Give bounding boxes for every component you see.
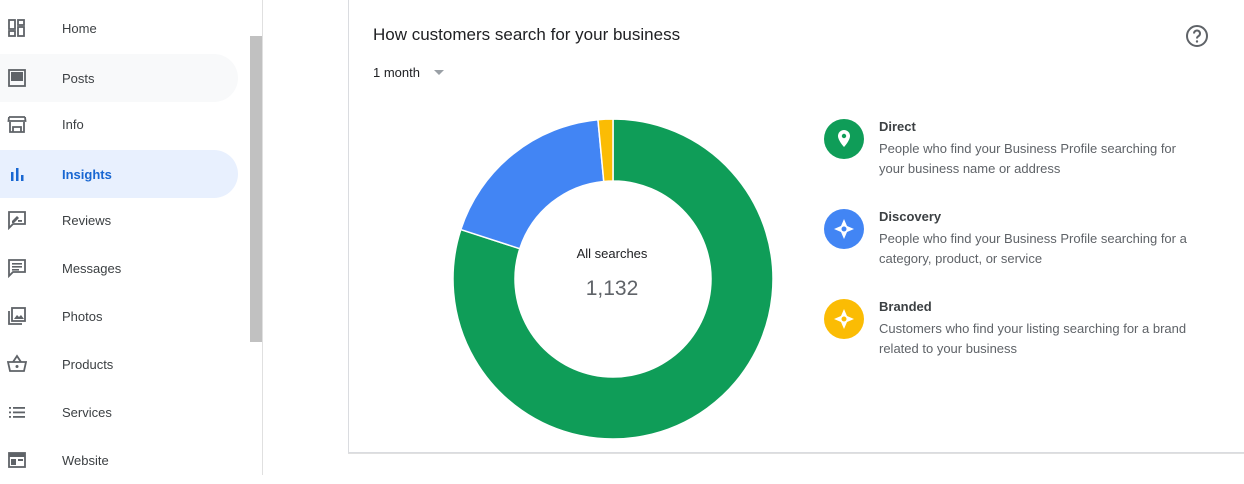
message-icon <box>8 259 26 278</box>
legend-description: People who find your Business Profile se… <box>879 231 1187 266</box>
sidebar-item-reviews[interactable]: Reviews <box>0 196 238 244</box>
list-icon <box>9 407 25 418</box>
divider <box>348 453 1244 454</box>
donut-slice-discovery <box>459 118 605 250</box>
sidebar-item-photos[interactable]: Photos <box>0 292 238 340</box>
sidebar-item-services[interactable]: Services <box>0 388 238 436</box>
sidebar-item-messages[interactable]: Messages <box>0 244 238 292</box>
branded-icon <box>824 299 864 339</box>
location-pin-icon <box>824 119 864 159</box>
sidebar-item-info[interactable]: Info <box>0 100 238 148</box>
photo-library-icon <box>8 307 26 325</box>
sidebar-item-insights[interactable]: Insights <box>0 150 238 198</box>
dashboard-icon <box>8 19 25 37</box>
bar-chart-icon <box>11 168 24 181</box>
discovery-icon <box>824 209 864 249</box>
legend-name: Branded <box>879 299 932 314</box>
sidebar-item-website[interactable]: Website <box>0 436 238 484</box>
sidebar-item-label: Website <box>62 452 109 468</box>
web-icon <box>8 452 26 468</box>
help-icon[interactable] <box>1185 24 1209 48</box>
posts-icon <box>8 69 26 87</box>
sidebar-item-label: Posts <box>62 70 95 86</box>
storefront-icon <box>7 116 27 133</box>
legend-name: Discovery <box>879 209 942 224</box>
sidebar-item-label: Messages <box>62 260 122 276</box>
legend-description: Customers who find your listing searchin… <box>879 321 1187 356</box>
sidebar-item-label: Insights <box>62 166 112 182</box>
period-value: 1 month <box>373 65 420 80</box>
donut-center-total: 1,132 <box>585 277 639 300</box>
legend-name: Direct <box>879 119 916 134</box>
legend-description: People who find your Business Profile se… <box>879 141 1176 176</box>
main-content: How customers search for your business 1… <box>263 0 1244 475</box>
sidebar-item-label: Photos <box>62 308 103 324</box>
sidebar: Home Posts Info Insights Reviews Message… <box>0 0 263 475</box>
sidebar-item-products[interactable]: Products <box>0 340 238 388</box>
shopping-basket-icon <box>7 354 27 372</box>
sidebar-item-home[interactable]: Home <box>0 4 238 52</box>
card-title: How customers search for your business <box>373 25 681 44</box>
sidebar-item-label: Products <box>62 356 114 372</box>
sidebar-item-label: Info <box>62 116 84 132</box>
sidebar-item-label: Home <box>62 20 97 36</box>
rate-review-icon <box>8 211 26 230</box>
sidebar-item-posts[interactable]: Posts <box>0 54 238 102</box>
sidebar-scrollbar[interactable] <box>250 36 262 342</box>
sidebar-item-label: Services <box>62 404 112 420</box>
sidebar-item-label: Reviews <box>62 212 112 228</box>
period-dropdown[interactable]: 1 month <box>373 65 444 80</box>
search-insights-card: How customers search for your business 1… <box>348 0 1244 453</box>
donut-center-label: All searches <box>576 246 648 261</box>
chevron-down-icon <box>433 70 444 75</box>
